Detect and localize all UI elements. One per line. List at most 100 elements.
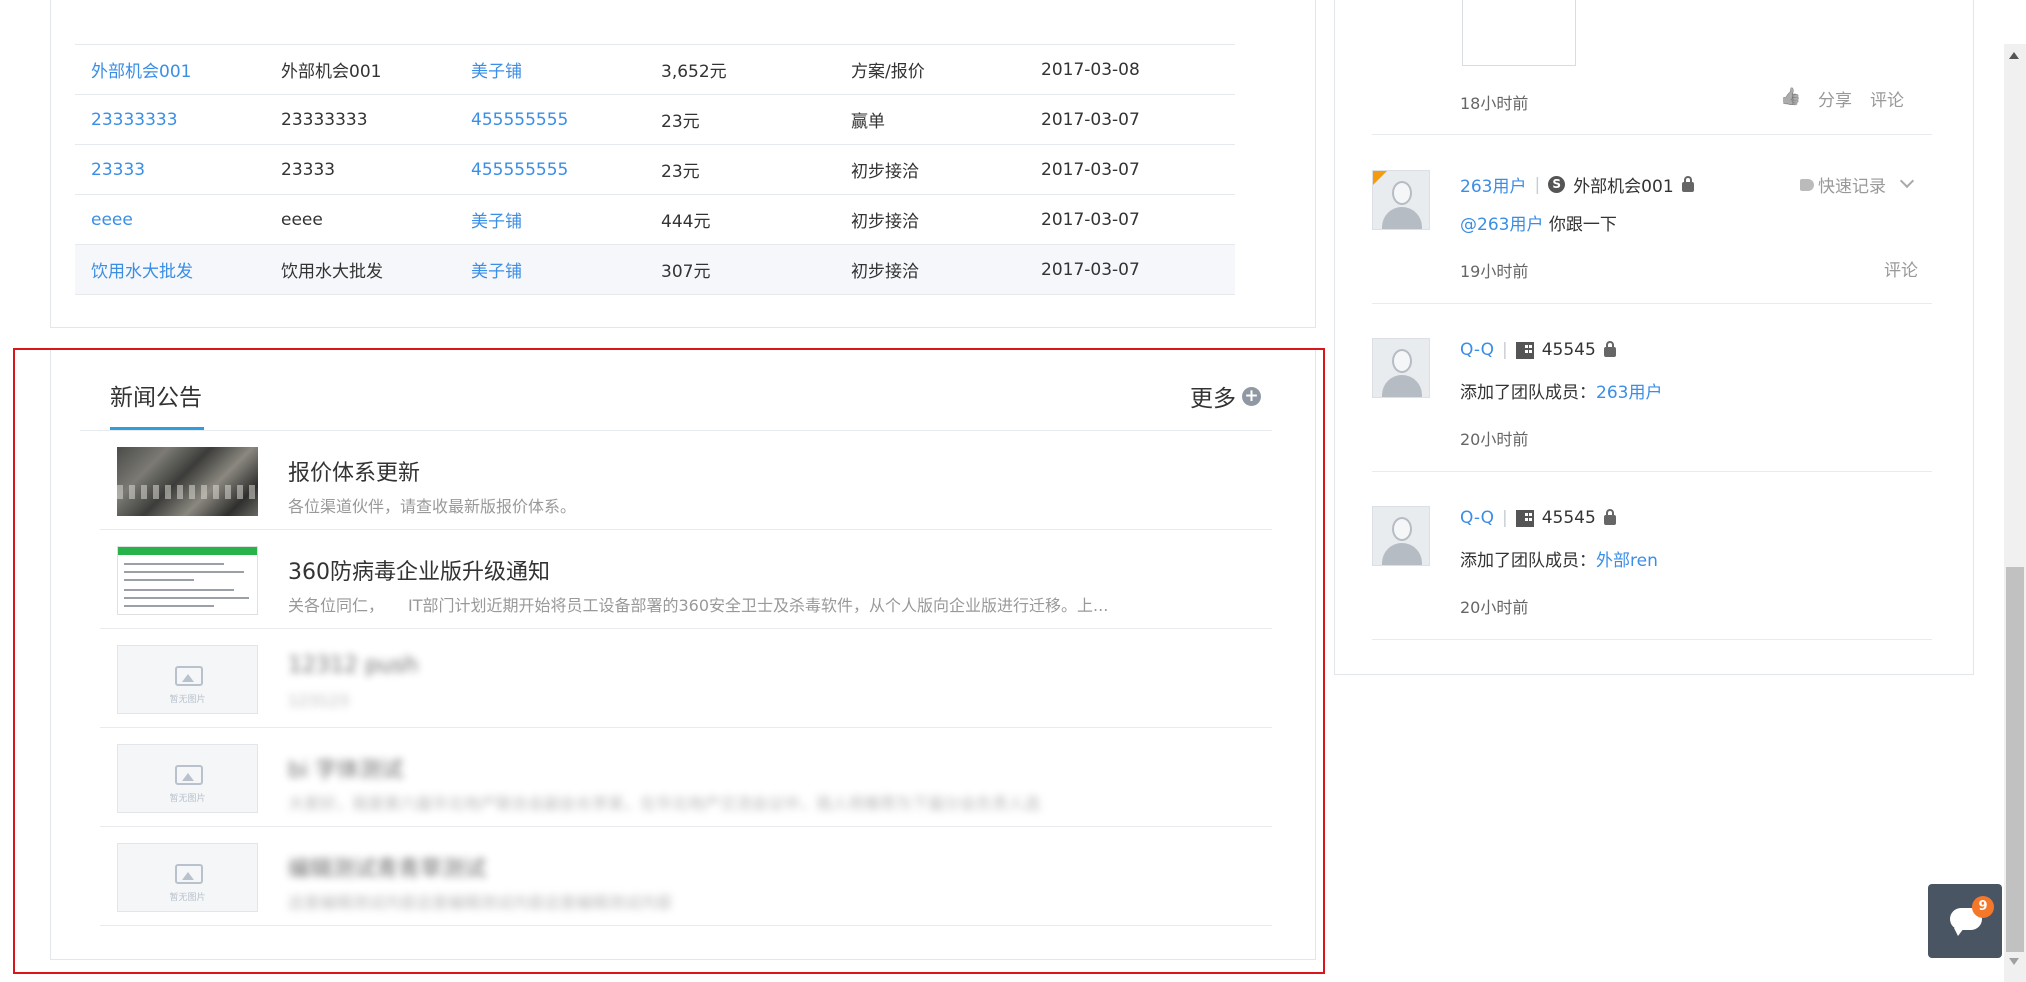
share-link[interactable]: 分享 xyxy=(1818,86,1852,111)
lock-icon xyxy=(1603,341,1616,357)
amount-cell: 444元 xyxy=(661,212,711,232)
scroll-up-arrow-icon[interactable] xyxy=(2009,52,2019,59)
feed-actions: 分享 评论 xyxy=(1780,86,1904,111)
avatar[interactable] xyxy=(1372,506,1430,566)
date-cell: 2017-03-07 xyxy=(1041,209,1140,230)
avatar[interactable] xyxy=(1372,170,1430,230)
date-cell: 2017-03-07 xyxy=(1041,159,1140,180)
owner-link[interactable]: 美子铺 xyxy=(471,212,522,232)
member-link[interactable]: 263用户 xyxy=(1596,383,1662,403)
table-row[interactable]: eeee eeee 美子铺 444元 初步接洽 2017-03-07 xyxy=(75,194,1235,245)
opportunity-icon: S xyxy=(1548,176,1566,193)
separator: | xyxy=(1502,340,1508,360)
feed-header: Q-Q | 45545 xyxy=(1460,340,1616,360)
comment-link[interactable]: 评论 xyxy=(1884,256,1918,281)
feed-content-text: 添加了团队成员： xyxy=(1460,551,1596,571)
news-item-title[interactable]: 360防病毒企业版升级通知 xyxy=(288,554,550,586)
news-thumbnail-placeholder: 暂无图片 xyxy=(117,843,258,912)
feed-content-text: 你跟一下 xyxy=(1543,215,1617,235)
customer-cell: eeee xyxy=(281,209,323,230)
scrollbar-thumb[interactable] xyxy=(2006,567,2024,952)
feed-content: 添加了团队成员：263用户 xyxy=(1460,378,1662,403)
news-item-desc: 123123 xyxy=(288,691,350,710)
feed-item: Q-Q | 45545 添加了团队成员：263用户 20小时前 xyxy=(1372,338,1932,458)
chat-float-button[interactable]: 9 xyxy=(1928,884,2002,958)
news-more-link[interactable]: 更多 + xyxy=(1190,379,1261,413)
amount-cell: 3,652元 xyxy=(661,62,727,82)
placeholder-caption: 暂无图片 xyxy=(169,794,206,804)
separator: | xyxy=(1502,508,1508,528)
feed-user-link[interactable]: Q-Q xyxy=(1460,340,1494,360)
divider xyxy=(1372,471,1932,472)
feed-item: Q-Q | 45545 添加了团队成员：外部ren 20小时前 xyxy=(1372,506,1932,626)
stage-cell: 初步接洽 xyxy=(851,212,919,232)
amount-cell: 23元 xyxy=(661,162,700,182)
feed-target-link[interactable]: 45545 xyxy=(1542,340,1596,360)
feed-content: @263用户 你跟一下 xyxy=(1460,210,1617,235)
news-item-title[interactable]: 12312 push xyxy=(288,653,418,678)
table-row[interactable]: 外部机会001 外部机会001 美子铺 3,652元 方案/报价 2017-03… xyxy=(75,44,1235,95)
image-attachment-preview xyxy=(1462,0,1576,66)
building-icon xyxy=(1515,341,1534,359)
customer-cell: 23333 xyxy=(281,159,336,180)
building-icon xyxy=(1515,509,1534,527)
news-item[interactable]: 暂无图片 12312 push 123123 xyxy=(100,629,1272,728)
table-row[interactable]: 23333 23333 455555555 23元 初步接洽 2017-03-0… xyxy=(75,144,1235,195)
feed-item-actions: 18小时前 分享 评论 xyxy=(1372,86,1932,126)
quick-record-button[interactable]: 快速记录 xyxy=(1800,172,1915,197)
customer-cell: 23333333 xyxy=(281,109,368,130)
opportunity-name-link[interactable]: 外部机会001 xyxy=(91,62,191,82)
comment-link[interactable]: 评论 xyxy=(1870,86,1904,111)
amount-cell: 307元 xyxy=(661,262,711,282)
feed-header: 263用户 | S 外部机会001 xyxy=(1460,172,1694,197)
divider xyxy=(1372,134,1932,135)
news-thumbnail-placeholder: 暂无图片 xyxy=(117,744,258,813)
avatar[interactable] xyxy=(1372,338,1430,398)
news-item-desc: 关各位同仁， IT部门计划近期开始将员工设备部署的360安全卫士及杀毒软件，从个… xyxy=(288,596,1109,615)
stage-cell: 赢单 xyxy=(851,112,885,132)
chevron-down-icon[interactable] xyxy=(1899,173,1915,188)
owner-link[interactable]: 455555555 xyxy=(471,160,568,180)
page: 外部机会001 外部机会001 美子铺 3,652元 方案/报价 2017-03… xyxy=(0,0,2026,982)
thumbs-up-icon[interactable] xyxy=(1780,90,1800,108)
news-item[interactable]: 360防病毒企业版升级通知 关各位同仁， IT部门计划近期开始将员工设备部署的3… xyxy=(100,530,1272,629)
owner-link[interactable]: 美子铺 xyxy=(471,62,522,82)
scroll-down-arrow-icon[interactable] xyxy=(2009,958,2019,965)
feed-time: 20小时前 xyxy=(1460,598,1529,617)
image-icon xyxy=(175,666,203,686)
placeholder-caption: 暂无图片 xyxy=(169,893,206,903)
placeholder-caption: 暂无图片 xyxy=(169,695,206,705)
separator: | xyxy=(1534,174,1541,195)
news-tab-title[interactable]: 新闻公告 xyxy=(110,378,202,412)
table-row[interactable]: 23333333 23333333 455555555 23元 赢单 2017-… xyxy=(75,94,1235,145)
news-item[interactable]: 报价体系更新 各位渠道伙伴，请查收最新版报价体系。 xyxy=(100,431,1272,530)
opportunity-name-link[interactable]: 饮用水大批发 xyxy=(91,262,193,282)
news-item-title[interactable]: 报价体系更新 xyxy=(288,455,420,487)
news-item[interactable]: 暂无图片 编辑测试青青草测试 这是编辑测试内容这是编辑测试内容这是编辑测试内容 xyxy=(100,827,1272,926)
date-cell: 2017-03-07 xyxy=(1041,109,1140,130)
divider xyxy=(1372,639,1932,640)
lock-icon xyxy=(1603,509,1616,525)
mention-link[interactable]: @263用户 xyxy=(1460,215,1543,235)
news-list: 报价体系更新 各位渠道伙伴，请查收最新版报价体系。 360防病毒企业版升级通知 … xyxy=(100,431,1272,926)
opportunity-name-link[interactable]: 23333333 xyxy=(91,110,178,130)
owner-link[interactable]: 455555555 xyxy=(471,110,568,130)
table-row[interactable]: 饮用水大批发 饮用水大批发 美子铺 307元 初步接洽 2017-03-07 xyxy=(75,244,1235,295)
feed-user-link[interactable]: Q-Q xyxy=(1460,508,1494,528)
feed-time: 20小时前 xyxy=(1460,430,1529,449)
feed-target-link[interactable]: 45545 xyxy=(1542,508,1596,528)
news-item-title[interactable]: 编辑测试青青草测试 xyxy=(288,851,486,883)
news-item[interactable]: 暂无图片 bi 字体测试 大家好，我是第六届华北地产联合会副会长李某，在华北地产… xyxy=(100,728,1272,827)
news-item-title[interactable]: bi 字体测试 xyxy=(288,752,403,784)
feed-user-link[interactable]: 263用户 xyxy=(1460,172,1526,197)
member-link[interactable]: 外部ren xyxy=(1596,551,1658,571)
more-label: 更多 xyxy=(1190,386,1236,412)
opportunity-name-link[interactable]: 23333 xyxy=(91,160,145,180)
opportunity-name-link[interactable]: eeee xyxy=(91,210,133,230)
owner-link[interactable]: 美子铺 xyxy=(471,262,522,282)
feed-header: Q-Q | 45545 xyxy=(1460,508,1616,528)
news-thumbnail-image xyxy=(117,447,258,516)
unread-badge: 9 xyxy=(1972,896,1994,918)
customer-cell: 外部机会001 xyxy=(281,62,382,82)
feed-target-link[interactable]: 外部机会001 xyxy=(1573,172,1673,197)
